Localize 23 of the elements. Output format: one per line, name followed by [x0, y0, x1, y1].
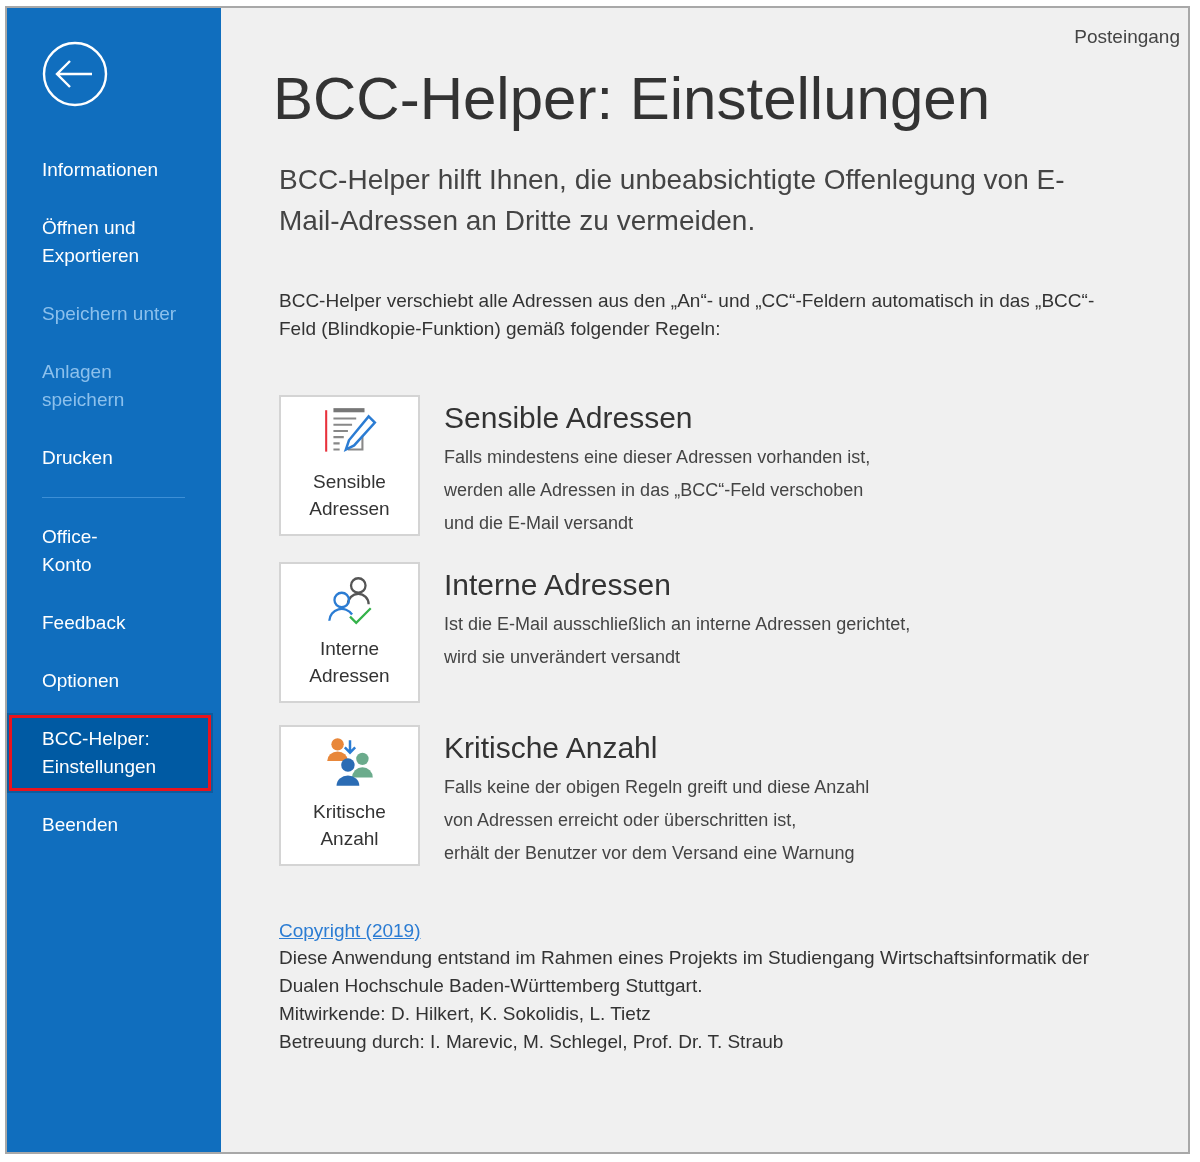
sidebar-item[interactable]: Beenden: [7, 801, 221, 849]
sidebar-item[interactable]: Öffnen und Exportieren: [7, 204, 221, 280]
sidebar-item[interactable]: Informationen: [7, 146, 221, 194]
rule-button[interactable]: Interne Adressen: [279, 562, 420, 703]
sidebar-item[interactable]: Office- Konto: [7, 513, 221, 589]
rule-button[interactable]: Sensible Adressen: [279, 395, 420, 536]
rule-button[interactable]: Kritische Anzahl: [279, 725, 420, 866]
rule-description: Falls mindestens eine dieser Adressen vorhanden ist, werden alle Adressen in das „BCC“-Feld verschoben und die E-Mail versandt: [444, 446, 871, 535]
page-title: BCC-Helper: Einstellungen: [273, 64, 991, 133]
sidebar-item[interactable]: BCC-Helper: Einstellungen: [9, 715, 211, 791]
rule-heading: Kritische Anzahl: [444, 731, 659, 765]
sidebar-item[interactable]: Optionen: [7, 657, 221, 705]
rule-heading: Sensible Adressen: [444, 401, 694, 435]
subtitle: BCC-Helper hilft Ihnen, die unbeabsichtigte Offenlegung von E- Mail-Adressen an Dritte zu vermeiden.: [279, 163, 1066, 238]
rule-description: Falls keine der obigen Regeln greift und diese Anzahl von Adressen erreicht oder überschritten ist, erhält der Benutzer vor dem Versand eine Warnung: [444, 776, 870, 865]
folder-label: Posteingang: [1074, 26, 1180, 48]
rule-description: Ist die E-Mail ausschließlich an interne Adressen gerichtet, wird sie unverändert versandt: [444, 613, 911, 669]
rule-heading: Interne Adressen: [444, 568, 672, 602]
copyright-link[interactable]: Copyright (2019): [279, 920, 421, 942]
sidebar-item[interactable]: Drucken: [7, 434, 221, 482]
credits-text: Diese Anwendung entstand im Rahmen eines Projekts im Studiengang Wirtschaftsinformatik der Dualen Hochschule Baden-Württemberg Stuttgart. Mitwirkende: D. Hilkert, K. Sokolidis, L. Tietz Betreuung durch: I. Marevic, M. Schlegel, Prof. Dr. T. Straub: [279, 946, 1090, 1054]
sidebar-item[interactable]: Feedback: [7, 599, 221, 647]
intro-text: BCC-Helper verschiebt alle Adressen aus den „An“- und „CC“-Feldern automatisch in das „BCC“- Feld (Blindkopie-Funktion) gemäß folgender Regeln:: [279, 289, 1096, 341]
